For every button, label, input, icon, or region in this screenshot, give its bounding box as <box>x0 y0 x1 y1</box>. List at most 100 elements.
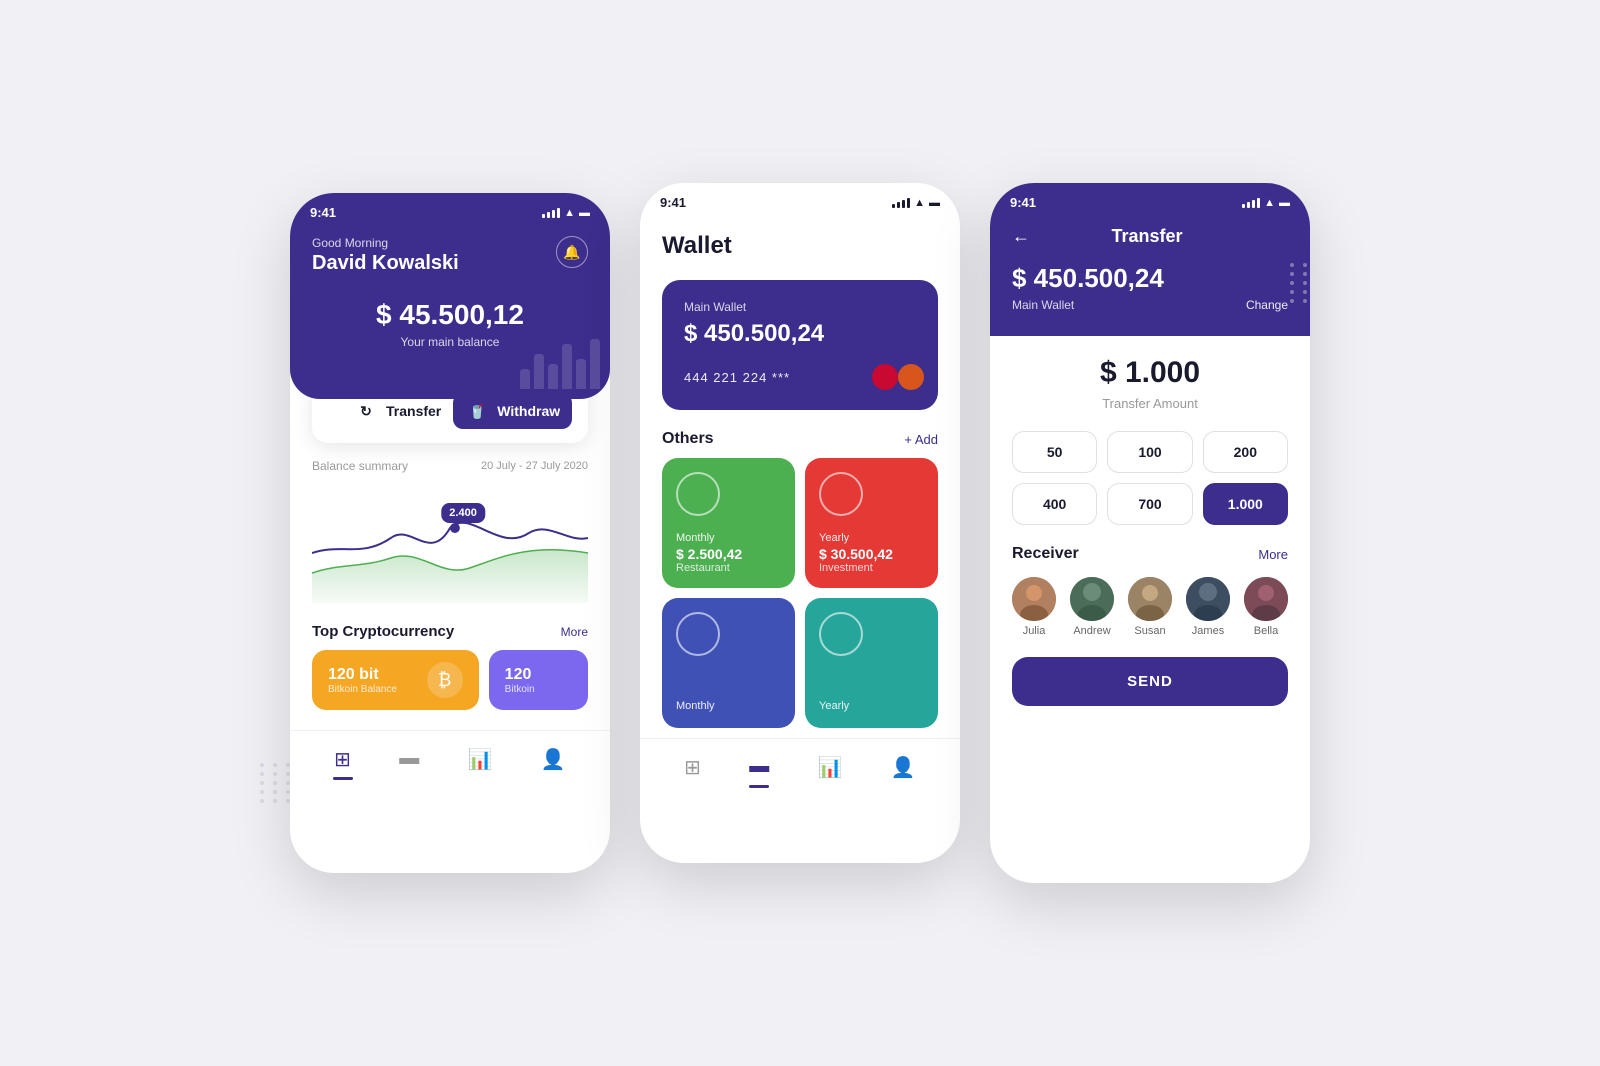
transfer-content: $ 1.000 Transfer Amount 50 100 200 400 7… <box>990 336 1310 726</box>
card-label-1: Monthly <box>676 532 781 544</box>
card-number: 444 221 224 *** <box>684 370 790 385</box>
showcase-container: 9:41 ▲ ▬ <box>290 183 1310 883</box>
amount-grid: 50 100 200 400 700 1.000 <box>1012 431 1288 525</box>
time-2: 9:41 <box>660 195 686 210</box>
crypto-card-bitcoin: 120 bit Bitkoin Balance ₿ <box>312 650 479 710</box>
wallet-card-yearly-2[interactable]: Yearly <box>805 598 938 728</box>
card-circle-2 <box>819 472 863 516</box>
transfer-icon: ↻ <box>354 399 378 423</box>
back-button[interactable]: ← <box>1012 226 1030 247</box>
amount-btn-100[interactable]: 100 <box>1107 431 1192 473</box>
home-nav-icon: ⊞ <box>334 747 351 772</box>
battery-icon-2: ▬ <box>929 197 940 209</box>
receiver-name-james: James <box>1192 625 1224 637</box>
btc-icon: ₿ <box>427 662 463 698</box>
amount-btn-200[interactable]: 200 <box>1203 431 1288 473</box>
card-sub-1: Restaurant <box>676 562 781 574</box>
chart-nav-icon: 📊 <box>468 747 493 772</box>
receiver-more-button[interactable]: More <box>1258 547 1288 562</box>
avatar-placeholder-julia <box>1012 577 1056 621</box>
bottom-nav-2: ⊞ ▬ 📊 👤 <box>640 738 960 800</box>
wallet-grid: Monthly $ 2.500,42 Restaurant Yearly $ 3… <box>662 458 938 728</box>
status-bar-2: 9:41 ▲ ▬ <box>640 183 960 216</box>
crypto-row: 120 bit Bitkoin Balance ₿ 120 Bitkoin <box>312 650 588 710</box>
crypto-name-1: 120 bit <box>328 666 397 684</box>
wallet-card-monthly-2[interactable]: Monthly <box>662 598 795 728</box>
nav-profile-2[interactable]: 👤 <box>883 751 924 784</box>
profile-nav-icon-2: 👤 <box>891 755 916 780</box>
transfer-amount-label: Transfer Amount <box>1012 396 1288 411</box>
profile-nav-icon: 👤 <box>541 747 566 772</box>
phone-transfer: 9:41 ▲ ▬ ← Transfer $ 450.500,24 <box>990 183 1310 883</box>
receiver-james[interactable]: James <box>1186 577 1230 637</box>
transfer-wallet-amount: $ 450.500,24 <box>1012 263 1288 294</box>
user-name: David Kowalski <box>312 252 459 275</box>
card-label-2: Yearly <box>819 532 924 544</box>
avatar-placeholder-james <box>1186 577 1230 621</box>
transfer-wallet-label: Main Wallet <box>1012 298 1074 312</box>
crypto-sub-2: Bitkoin <box>505 684 535 695</box>
nav-home-1[interactable]: ⊞ <box>326 743 359 776</box>
nav-card-1[interactable]: ▬ <box>391 743 427 776</box>
card-nav-icon-2: ▬ <box>749 755 769 778</box>
card-label-4: Yearly <box>819 700 924 712</box>
chart-tooltip: 2.400 <box>441 503 485 523</box>
receiver-julia[interactable]: Julia <box>1012 577 1056 637</box>
crypto-card-purple: 120 Bitkoin <box>489 650 588 710</box>
others-section: Others + Add Monthly $ 2.500,42 Restaura… <box>640 420 960 738</box>
change-wallet-button[interactable]: Change <box>1246 298 1288 312</box>
nav-chart-1[interactable]: 📊 <box>460 743 501 776</box>
wallet-title: Wallet <box>662 232 938 260</box>
chart-container: 2.400 <box>312 483 588 603</box>
chart-date: 20 July - 27 July 2020 <box>481 460 588 472</box>
card-circle-3 <box>676 612 720 656</box>
notification-bell-icon[interactable]: 🔔 <box>556 236 588 268</box>
chart-title: Balance summary <box>312 459 408 473</box>
wifi-icon-1: ▲ <box>564 207 575 219</box>
receiver-bella[interactable]: Bella <box>1244 577 1288 637</box>
wallet-card-bottom: 444 221 224 *** <box>684 364 916 390</box>
amount-btn-50[interactable]: 50 <box>1012 431 1097 473</box>
receiver-andrew[interactable]: Andrew <box>1070 577 1114 637</box>
greeting-text: Good Morning <box>312 236 459 250</box>
card-nav-icon: ▬ <box>399 747 419 770</box>
receiver-section: Receiver More <box>1012 545 1288 637</box>
nav-chart-2[interactable]: 📊 <box>810 751 851 784</box>
status-bar-3: 9:41 ▲ ▬ <box>990 183 1310 216</box>
wallet-card-monthly-restaurant[interactable]: Monthly $ 2.500,42 Restaurant <box>662 458 795 588</box>
add-wallet-button[interactable]: + Add <box>904 432 938 447</box>
bottom-nav-1: ⊞ ▬ 📊 👤 <box>290 730 610 792</box>
wallet-card-label: Main Wallet <box>684 300 916 314</box>
signal-icon-1 <box>542 208 560 218</box>
crypto-title: Top Cryptocurrency <box>312 623 454 640</box>
crypto-more-link[interactable]: More <box>561 625 588 639</box>
chart-nav-icon-2: 📊 <box>818 755 843 780</box>
signal-icon-2 <box>892 198 910 208</box>
receiver-susan[interactable]: Susan <box>1128 577 1172 637</box>
amount-btn-400[interactable]: 400 <box>1012 483 1097 525</box>
avatar-andrew <box>1070 577 1114 621</box>
card-amount-1: $ 2.500,42 <box>676 546 781 562</box>
avatar-susan <box>1128 577 1172 621</box>
nav-home-2[interactable]: ⊞ <box>676 751 709 784</box>
receiver-name-bella: Bella <box>1254 625 1278 637</box>
amount-btn-1000[interactable]: 1.000 <box>1203 483 1288 525</box>
nav-profile-1[interactable]: 👤 <box>533 743 574 776</box>
transfer-header: ← Transfer $ 450.500,24 Main Wallet Chan… <box>990 216 1310 336</box>
send-button[interactable]: SEND <box>1012 657 1288 706</box>
amount-display-box: $ 1.000 Transfer Amount <box>1012 356 1288 411</box>
amount-btn-700[interactable]: 700 <box>1107 483 1192 525</box>
balance-label: Your main balance <box>312 335 588 349</box>
home-nav-icon-2: ⊞ <box>684 755 701 780</box>
nav-card-2[interactable]: ▬ <box>741 751 777 784</box>
wifi-icon-3: ▲ <box>1264 197 1275 209</box>
wallet-card-yearly-investment[interactable]: Yearly $ 30.500,42 Investment <box>805 458 938 588</box>
transfer-page-title: Transfer <box>1111 226 1182 247</box>
home-header: Good Morning David Kowalski 🔔 $ 45.500,1… <box>290 226 610 399</box>
withdraw-icon: 🥤 <box>465 399 489 423</box>
big-transfer-amount: $ 1.000 <box>1012 356 1288 390</box>
card-sub-2: Investment <box>819 562 924 574</box>
receiver-list: Julia An <box>1012 577 1288 637</box>
crypto-section: Top Cryptocurrency More 120 bit Bitkoin … <box>290 613 610 720</box>
status-icons-3: ▲ ▬ <box>1242 197 1290 209</box>
